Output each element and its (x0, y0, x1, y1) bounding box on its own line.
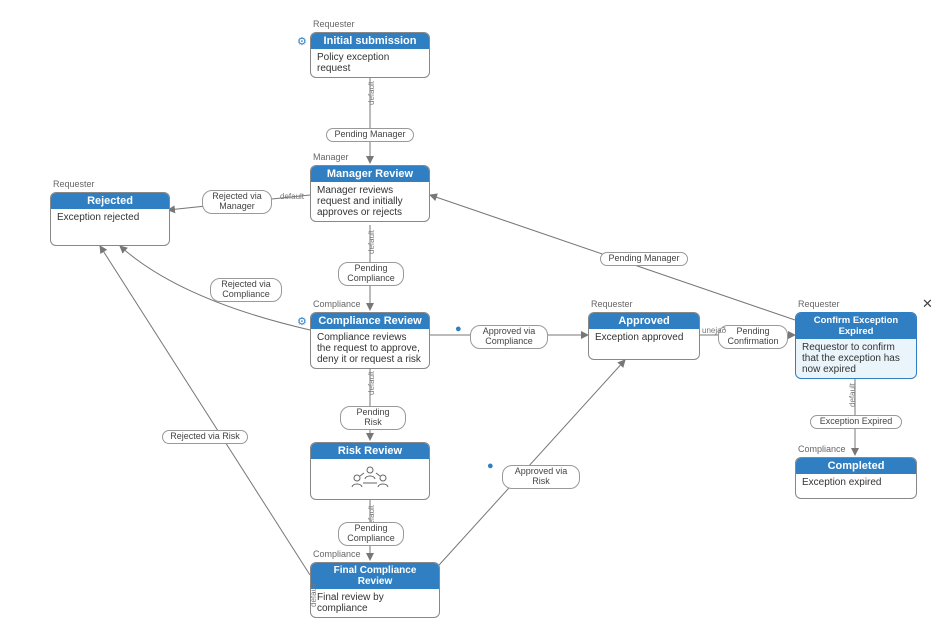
edge-rejected-via-manager[interactable]: Rejected via Manager (202, 190, 272, 214)
node-body: Policy exception request (311, 49, 429, 77)
swimlane-label: Manager (313, 152, 349, 162)
edge-pending-compliance[interactable]: Pending Compliance (338, 262, 404, 286)
node-completed[interactable]: Compliance Completed Exception expired (795, 457, 917, 499)
node-body: Exception expired (796, 474, 916, 491)
swimlane-label: Compliance (798, 444, 846, 454)
node-body: Final review by compliance (311, 589, 439, 617)
node-compliance-review[interactable]: Compliance ⚙ Compliance Review Complianc… (310, 312, 430, 369)
node-confirm-exception-expired[interactable]: Requester Confirm Exception Expired Requ… (795, 312, 917, 379)
default-tag: default (367, 81, 376, 105)
workflow-canvas[interactable]: Requester ⚙ Initial submission Policy ex… (0, 0, 941, 629)
node-final-compliance-review[interactable]: Compliance Final Compliance Review Final… (310, 562, 440, 618)
node-rejected[interactable]: Requester Rejected Exception rejected (50, 192, 170, 246)
default-tag: default (309, 583, 318, 607)
node-approved[interactable]: Requester Approved Exception approved (588, 312, 700, 360)
node-title: Manager Review (311, 166, 429, 182)
edge-uneja: unejað (702, 326, 726, 335)
node-body: Requestor to confirm that the exception … (796, 339, 916, 378)
gear-icon[interactable]: ⚙ (297, 35, 307, 48)
edge-pending-manager[interactable]: Pending Manager (326, 128, 414, 142)
swimlane-label: Requester (591, 299, 633, 309)
swimlane-label: Requester (53, 179, 95, 189)
node-body: Manager reviews request and initially ap… (311, 182, 429, 221)
node-body (311, 459, 429, 493)
edge-approved-via-compliance[interactable]: Approved via Compliance (470, 325, 548, 349)
edge-exception-expired[interactable]: Exception Expired (810, 415, 902, 429)
node-body: Exception approved (589, 329, 699, 346)
node-title: Final Compliance Review (311, 563, 439, 589)
close-icon[interactable]: ✕ (922, 296, 933, 312)
node-body: Exception rejected (51, 209, 169, 226)
node-title: Completed (796, 458, 916, 474)
swimlane-label: Compliance (313, 549, 361, 559)
node-title: Confirm Exception Expired (796, 313, 916, 339)
swimlane-label: Compliance (313, 299, 361, 309)
edge-pending-manager-back[interactable]: Pending Manager (600, 252, 688, 266)
default-tag: default (280, 192, 304, 201)
default-tag: default (367, 230, 376, 254)
edge-rejected-via-risk[interactable]: Rejected via Risk (162, 430, 248, 444)
default-tag: default (367, 371, 376, 395)
badge-dot-icon: ● (487, 460, 494, 472)
node-title: Risk Review (311, 443, 429, 459)
gear-icon[interactable]: ⚙ (297, 315, 307, 328)
node-title: Approved (589, 313, 699, 329)
node-title: Rejected (51, 193, 169, 209)
node-body: Compliance reviews the request to approv… (311, 329, 429, 368)
edge-rejected-via-compliance[interactable]: Rejected via Compliance (210, 278, 282, 302)
node-initial-submission[interactable]: Requester ⚙ Initial submission Policy ex… (310, 32, 430, 78)
node-manager-review[interactable]: Manager Manager Review Manager reviews r… (310, 165, 430, 222)
edge-approved-via-risk[interactable]: Approved via Risk (502, 465, 580, 489)
default-tag: default (848, 383, 857, 407)
swimlane-label: Requester (798, 299, 840, 309)
node-title: Initial submission (311, 33, 429, 49)
edge-pending-risk[interactable]: Pending Risk (340, 406, 406, 430)
badge-dot-icon: ● (455, 323, 462, 335)
people-icon (348, 464, 392, 490)
edge-pending-compliance-2[interactable]: Pending Compliance (338, 522, 404, 546)
edge-pending-confirmation[interactable]: Pending Confirmation (718, 325, 788, 349)
node-risk-review[interactable]: Risk Review default (310, 442, 430, 500)
swimlane-label: Requester (313, 19, 355, 29)
node-title: Compliance Review (311, 313, 429, 329)
